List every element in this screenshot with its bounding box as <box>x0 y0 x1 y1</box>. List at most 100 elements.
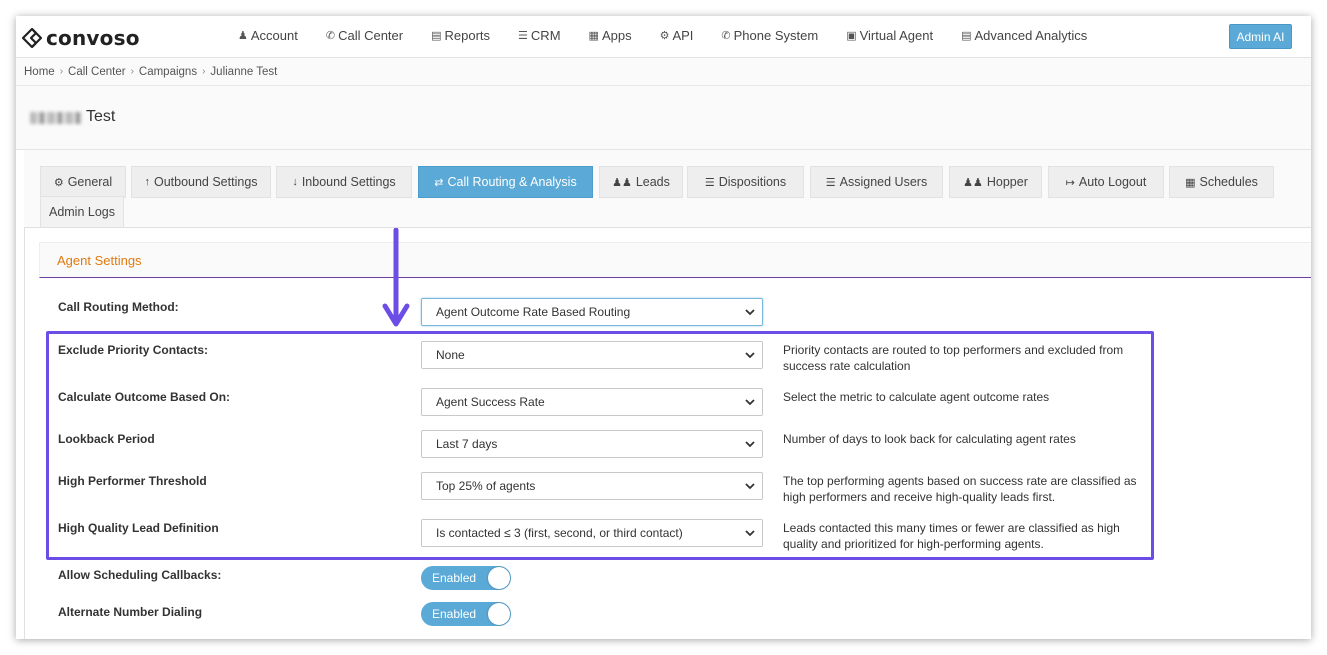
page-header: Test <box>16 86 1311 150</box>
breadcrumb-home[interactable]: Home <box>24 66 55 78</box>
monitor-icon: ▣ <box>846 30 857 42</box>
chevron-right-icon: › <box>130 66 134 77</box>
tab-label: Hopper <box>986 175 1028 189</box>
top-navigation: convoso ♟ Account ✆ Call Center ▤ Report… <box>16 16 1311 58</box>
chevron-right-icon: › <box>59 66 64 77</box>
nav-item-label: CRM <box>530 28 561 43</box>
gears-icon: ⚙ <box>53 176 64 189</box>
breadcrumb-campaigns[interactable]: Campaigns <box>139 66 197 78</box>
high-performer-label: High Performer Threshold <box>58 474 207 488</box>
arrow-up-icon: ↑ <box>144 176 150 188</box>
convoso-logo-icon <box>21 27 43 49</box>
chevron-down-icon <box>745 309 755 316</box>
logout-icon: ↦ <box>1065 176 1075 189</box>
alternate-dialing-label: Alternate Number Dialing <box>58 605 203 619</box>
nav-item-label: Virtual Agent <box>859 28 934 43</box>
chevron-down-icon <box>745 441 755 448</box>
calculate-outcome-label: Calculate Outcome Based On: <box>58 390 231 404</box>
select-value: Is contacted ≤ 3 (first, second, or thir… <box>436 526 683 540</box>
lookback-select[interactable]: Last 7 days <box>421 430 763 458</box>
nav-item-label: Call Center <box>338 28 404 43</box>
nav-item-account[interactable]: ♟ Account <box>238 28 298 43</box>
nav-item-label: Account <box>250 28 298 43</box>
brand-logo[interactable]: convoso <box>21 26 140 50</box>
tab-label: Outbound Settings <box>153 175 258 189</box>
breadcrumb-call-center[interactable]: Call Center <box>68 66 126 78</box>
tab-inbound-settings[interactable]: ↓ Inbound Settings <box>276 166 412 198</box>
tab-leads[interactable]: ♟♟ Leads <box>599 166 683 198</box>
list-icon: ☰ <box>518 30 528 42</box>
nav-item-api[interactable]: ⚙ API <box>660 28 694 43</box>
tab-outbound-settings[interactable]: ↑ Outbound Settings <box>131 166 271 198</box>
lookback-help: Number of days to look back for calculat… <box>783 432 1076 446</box>
nav-item-label: API <box>672 28 694 43</box>
users-icon: ♟♟ <box>612 176 632 189</box>
breadcrumb: Home › Call Center › Campaigns › Juliann… <box>16 58 1311 86</box>
tab-dispositions[interactable]: ☰ Dispositions <box>687 166 804 198</box>
nav-item-advanced-analytics[interactable]: ▤ Advanced Analytics <box>961 28 1087 43</box>
tab-schedules[interactable]: ▦ Schedules <box>1169 166 1274 198</box>
phone-icon: ✆ <box>325 30 336 42</box>
tab-label: Assigned Users <box>839 175 928 189</box>
nav-item-phone-system[interactable]: ✆ Phone System <box>721 28 818 43</box>
calculate-outcome-help: Select the metric to calculate agent out… <box>783 390 1050 404</box>
nav-item-crm[interactable]: ☰ CRM <box>518 28 560 43</box>
exclude-priority-label: Exclude Priority Contacts: <box>58 343 209 357</box>
arrow-down-icon: ↓ <box>292 176 298 188</box>
phone-icon: ✆ <box>721 30 731 42</box>
select-value: None <box>436 348 465 362</box>
tab-admin-logs[interactable]: Admin Logs <box>40 196 124 228</box>
list-ol-icon: ☰ <box>825 176 836 189</box>
nav-item-label: Apps <box>601 28 632 43</box>
chevron-down-icon <box>745 530 755 537</box>
calendar-icon: ▦ <box>1185 176 1196 189</box>
chevron-down-icon <box>745 352 755 359</box>
chevron-right-icon: › <box>202 66 206 77</box>
user-icon: ♟ <box>238 30 248 42</box>
redacted-name <box>30 112 82 124</box>
routing-method-select[interactable]: Agent Outcome Rate Based Routing <box>421 298 763 326</box>
tab-hopper[interactable]: ♟♟ Hopper <box>949 166 1042 198</box>
brand-name: convoso <box>46 26 140 50</box>
grid-icon: ▦ <box>588 30 599 42</box>
exclude-priority-select[interactable]: None <box>421 341 763 369</box>
high-quality-lead-select[interactable]: Is contacted ≤ 3 (first, second, or thir… <box>421 519 763 547</box>
nav-item-apps[interactable]: ▦ Apps <box>589 28 632 43</box>
toggle-knob <box>488 603 510 625</box>
tab-label: General <box>67 175 113 189</box>
select-value: Last 7 days <box>436 437 498 451</box>
tab-label: Schedules <box>1199 175 1258 189</box>
tab-general[interactable]: ⚙ General <box>40 166 126 198</box>
nav-item-reports[interactable]: ▤ Reports <box>431 28 490 43</box>
tab-label: Auto Logout <box>1078 175 1147 189</box>
allow-callbacks-toggle[interactable]: Enabled <box>421 566 511 590</box>
users-icon: ♟♟ <box>963 176 983 189</box>
high-quality-lead-help: Leads contacted this many times or fewer… <box>783 521 1120 551</box>
nav-item-virtual-agent[interactable]: ▣ Virtual Agent <box>846 28 933 43</box>
tab-auto-logout[interactable]: ↦ Auto Logout <box>1048 166 1164 198</box>
high-performer-help: The top performing agents based on succe… <box>783 474 1137 504</box>
tab-label: Call Routing & Analysis <box>447 175 577 189</box>
bar-chart-icon: ▤ <box>431 30 442 42</box>
toggle-knob <box>488 567 510 589</box>
tab-label: Inbound Settings <box>301 175 396 189</box>
allow-callbacks-label: Allow Scheduling Callbacks: <box>58 568 222 582</box>
select-value: Top 25% of agents <box>436 479 536 493</box>
tab-assigned-users[interactable]: ☰ Assigned Users <box>810 166 943 198</box>
toggle-label: Enabled <box>432 607 477 621</box>
alternate-dialing-toggle[interactable]: Enabled <box>421 602 511 626</box>
select-value: Agent Success Rate <box>436 395 545 409</box>
tab-call-routing-analysis[interactable]: ⇄ Call Routing & Analysis <box>418 166 593 198</box>
tab-label: Admin Logs <box>48 205 115 219</box>
select-value: Agent Outcome Rate Based Routing <box>436 305 631 319</box>
high-quality-lead-label: High Quality Lead Definition <box>58 521 219 535</box>
section-header: Agent Settings <box>39 242 1311 278</box>
high-performer-select[interactable]: Top 25% of agents <box>421 472 763 500</box>
nav-item-label: Phone System <box>733 28 819 43</box>
nav-item-label: Advanced Analytics <box>974 28 1088 43</box>
admin-ai-button[interactable]: Admin AI <box>1229 24 1292 49</box>
calculate-outcome-select[interactable]: Agent Success Rate <box>421 388 763 416</box>
nav-item-call-center[interactable]: ✆ Call Center <box>326 28 403 43</box>
exclude-priority-help: Priority contacts are routed to top perf… <box>783 343 1124 373</box>
page-title: Test <box>86 108 116 125</box>
